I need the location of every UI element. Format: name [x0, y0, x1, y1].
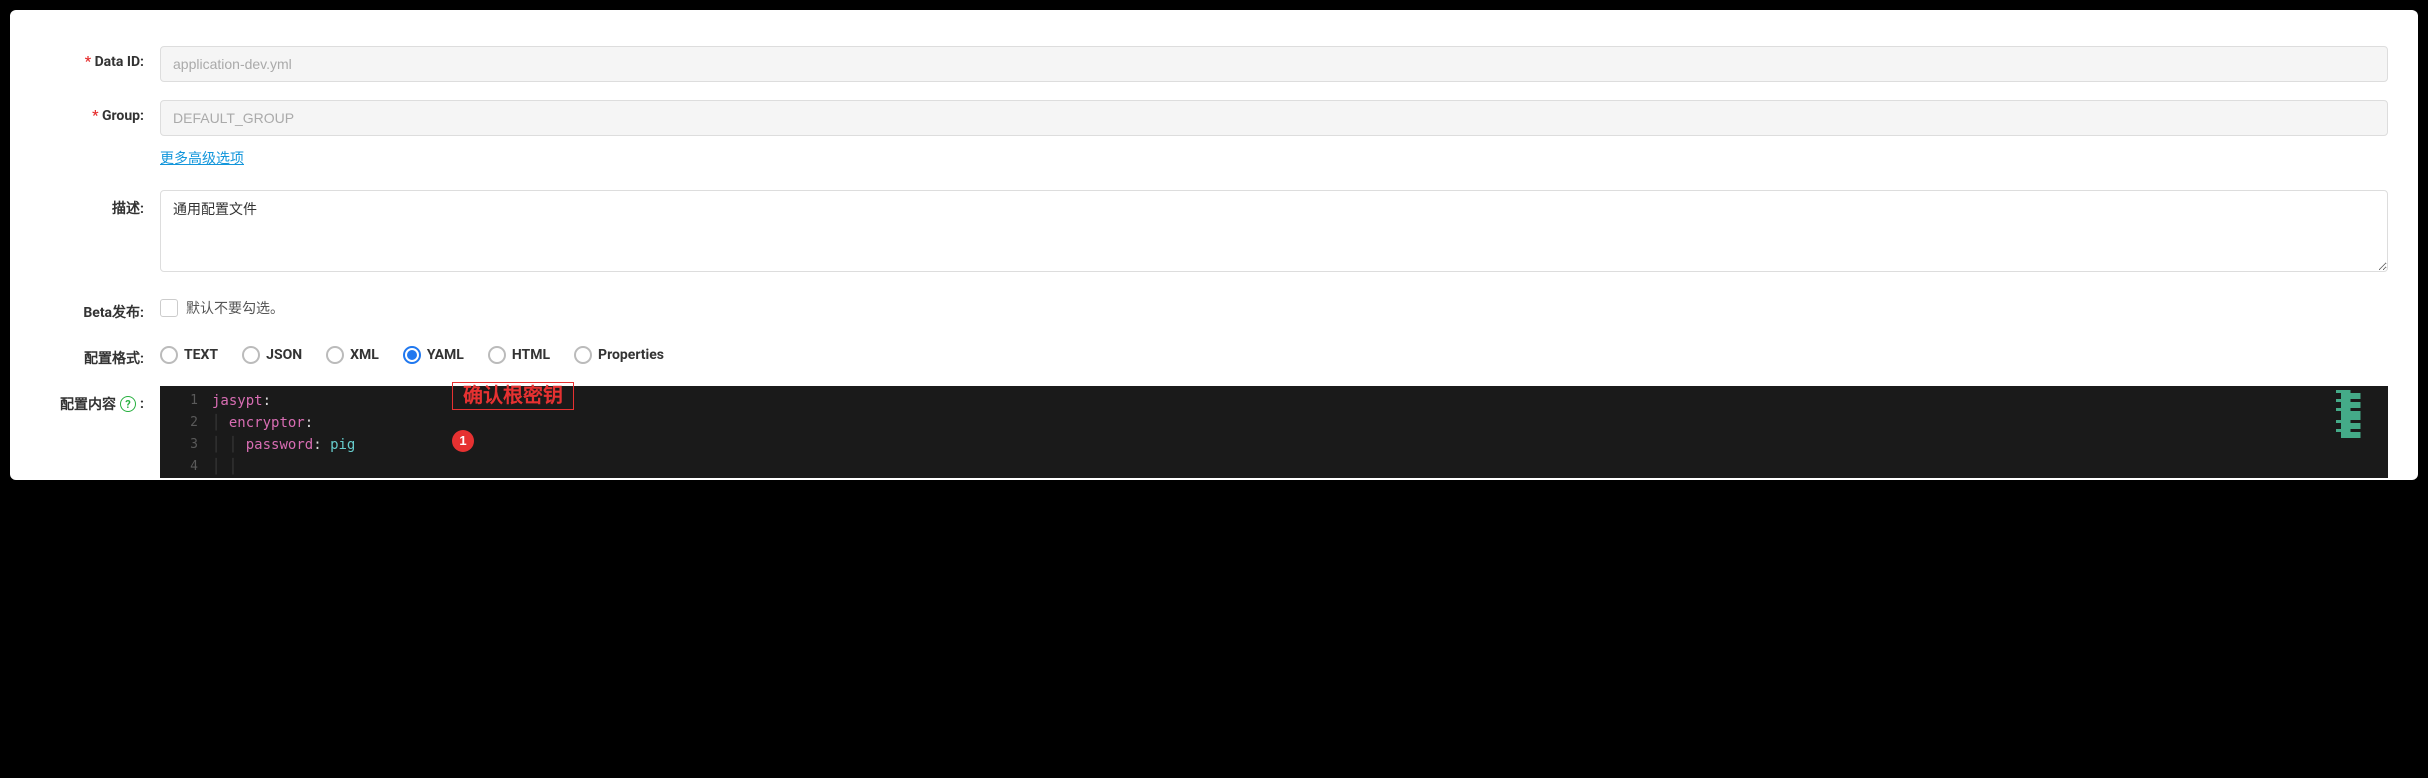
beta-checkbox[interactable] — [160, 299, 178, 317]
format-radio-properties[interactable]: Properties — [574, 346, 664, 364]
code-line[interactable]: │ │ password: pig — [212, 434, 2333, 456]
annotation-badge: 1 — [452, 430, 474, 452]
label-format: 配置格式: — [40, 340, 144, 368]
radio-label: JSON — [266, 347, 302, 363]
format-radio-text[interactable]: TEXT — [160, 346, 218, 364]
row-content: 配置内容 ? : 1234 确认根密钥 1 jasypt:│ encryptor… — [40, 386, 2388, 478]
help-icon[interactable]: ? — [120, 396, 136, 412]
row-beta: Beta发布: 默认不要勾选。 — [40, 294, 2388, 322]
label-data-id: Data ID: — [40, 46, 144, 70]
label-description: 描述: — [40, 190, 144, 218]
row-group: Group: — [40, 100, 2388, 136]
radio-label: Properties — [598, 347, 664, 363]
beta-hint: 默认不要勾选。 — [186, 298, 284, 318]
radio-icon — [160, 346, 178, 364]
radio-icon — [403, 346, 421, 364]
editor-body[interactable]: 确认根密钥 1 jasypt:│ encryptor:│ │ password:… — [208, 386, 2333, 478]
row-format: 配置格式: TEXT JSON XML YAML HTML Properties — [40, 340, 2388, 368]
radio-label: YAML — [427, 347, 464, 363]
radio-icon — [326, 346, 344, 364]
radio-label: XML — [350, 347, 379, 363]
group-input[interactable] — [160, 100, 2388, 136]
advanced-options-link[interactable]: 更多高级选项 — [160, 148, 2388, 168]
radio-label: HTML — [512, 347, 550, 363]
code-editor[interactable]: 1234 确认根密钥 1 jasypt:│ encryptor:│ │ pass… — [160, 386, 2388, 478]
radio-icon — [242, 346, 260, 364]
code-line[interactable]: │ encryptor: — [212, 412, 2333, 434]
format-radio-html[interactable]: HTML — [488, 346, 550, 364]
row-description: 描述: — [40, 190, 2388, 276]
annotation-overlay: 确认根密钥 — [452, 382, 574, 410]
format-radio-xml[interactable]: XML — [326, 346, 379, 364]
code-line[interactable]: │ │ — [212, 456, 2333, 478]
row-data-id: Data ID: — [40, 46, 2388, 82]
editor-minimap[interactable] — [2333, 386, 2388, 478]
data-id-input[interactable] — [160, 46, 2388, 82]
label-content: 配置内容 ? : — [40, 386, 144, 414]
radio-icon — [574, 346, 592, 364]
format-radio-json[interactable]: JSON — [242, 346, 302, 364]
radio-label: TEXT — [184, 347, 218, 363]
label-group: Group: — [40, 100, 144, 124]
format-radio-yaml[interactable]: YAML — [403, 346, 464, 364]
config-form-card: Data ID: Group: 更多高级选项 描述: Beta发布: 默认不要勾… — [10, 10, 2418, 480]
radio-icon — [488, 346, 506, 364]
label-beta: Beta发布: — [40, 294, 144, 322]
editor-gutter: 1234 — [160, 386, 208, 478]
format-radio-group: TEXT JSON XML YAML HTML Properties — [160, 340, 2388, 364]
description-textarea[interactable] — [160, 190, 2388, 272]
